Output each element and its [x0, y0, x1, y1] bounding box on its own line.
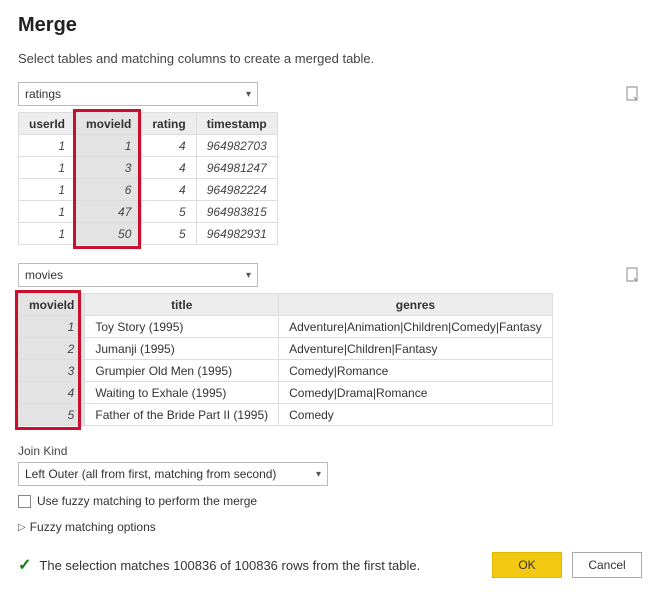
col-header[interactable]: rating [142, 113, 196, 135]
status-text: The selection matches 100836 of 100836 r… [39, 558, 420, 573]
table-row: 134964981247 [19, 157, 278, 179]
chevron-down-icon: ▾ [246, 89, 251, 100]
col-header[interactable]: timestamp [196, 113, 277, 135]
table2-grid[interactable]: movieId title genres 1Toy Story (1995)Ad… [18, 293, 553, 426]
table-row: 1505964982931 [19, 223, 278, 245]
dialog-title: Merge [18, 14, 642, 37]
dialog-subtitle: Select tables and matching columns to cr… [18, 51, 642, 66]
table1-selected: ratings [25, 87, 61, 101]
table-row: 164964982224 [19, 179, 278, 201]
join-kind-label: Join Kind [18, 444, 642, 458]
table-row: 4Waiting to Exhale (1995)Comedy|Drama|Ro… [19, 382, 553, 404]
expand-table-icon[interactable] [626, 267, 642, 283]
table1-grid[interactable]: userId movieId rating timestamp 11496498… [18, 112, 278, 245]
table2-selected: movies [25, 268, 63, 282]
cancel-button[interactable]: Cancel [572, 552, 642, 578]
ok-button[interactable]: OK [492, 552, 562, 578]
join-kind-dropdown[interactable]: Left Outer (all from first, matching fro… [18, 462, 328, 486]
fuzzy-match-checkbox[interactable] [18, 495, 31, 508]
table2-preview: movieId title genres 1Toy Story (1995)Ad… [18, 293, 642, 426]
table-row: 1475964983815 [19, 201, 278, 223]
check-icon: ✓ [18, 555, 31, 575]
fuzzy-options-expander[interactable]: ▷ Fuzzy matching options [18, 520, 642, 534]
match-status: ✓ The selection matches 100836 of 100836… [18, 555, 420, 575]
table-row: 3Grumpier Old Men (1995)Comedy|Romance [19, 360, 553, 382]
chevron-down-icon: ▾ [316, 469, 321, 480]
table-row: 114964982703 [19, 135, 278, 157]
table-row: 1Toy Story (1995)Adventure|Animation|Chi… [19, 316, 553, 338]
join-kind-selected: Left Outer (all from first, matching fro… [25, 467, 276, 481]
table1-preview: userId movieId rating timestamp 11496498… [18, 112, 642, 245]
fuzzy-options-label: Fuzzy matching options [30, 520, 156, 534]
table-row: 2Jumanji (1995)Adventure|Children|Fantas… [19, 338, 553, 360]
chevron-down-icon: ▾ [246, 270, 251, 281]
table1-dropdown[interactable]: ratings ▾ [18, 82, 258, 106]
col-header[interactable]: title [85, 294, 279, 316]
col-header[interactable]: movieId [76, 113, 142, 135]
fuzzy-match-label: Use fuzzy matching to perform the merge [37, 494, 257, 508]
col-header[interactable]: genres [279, 294, 553, 316]
col-header[interactable]: movieId [19, 294, 85, 316]
chevron-right-icon: ▷ [18, 522, 26, 533]
table2-dropdown[interactable]: movies ▾ [18, 263, 258, 287]
table-row: 5Father of the Bride Part II (1995)Comed… [19, 404, 553, 426]
col-header[interactable]: userId [19, 113, 76, 135]
expand-table-icon[interactable] [626, 86, 642, 102]
